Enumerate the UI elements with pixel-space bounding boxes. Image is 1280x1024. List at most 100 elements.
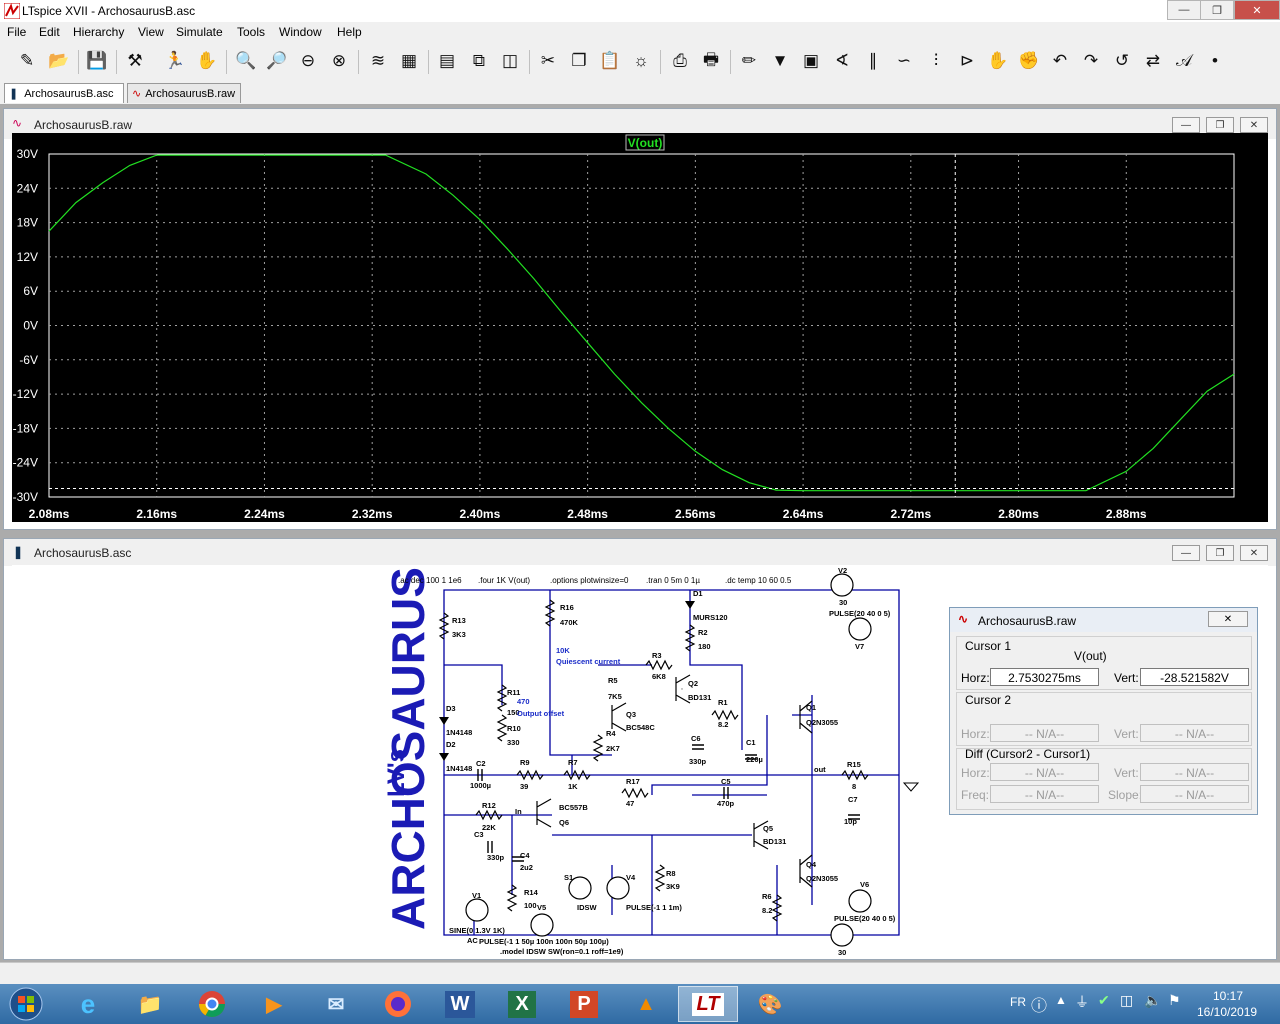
cursor2-vert-field[interactable]: -- N/A-- — [1140, 724, 1249, 742]
schematic-label[interactable]: Q2N3055 — [806, 874, 838, 883]
language-indicator[interactable]: FR — [1010, 995, 1026, 1009]
capacitor-icon[interactable]: ∥ — [860, 48, 886, 74]
schematic-label[interactable]: Q1 — [806, 703, 816, 712]
schematic-label[interactable]: D1 — [693, 589, 703, 598]
schematic-close-button[interactable]: ✕ — [1240, 545, 1268, 561]
ie-icon[interactable]: e — [58, 986, 118, 1022]
schematic-label[interactable]: 470 — [517, 697, 530, 706]
schematic-label[interactable]: 1N4148 — [446, 728, 472, 737]
schematic-label[interactable]: V1 — [472, 891, 481, 900]
zoom-out-icon[interactable]: ⊖ — [295, 48, 321, 74]
drag-icon[interactable]: ✊ — [1016, 48, 1042, 74]
paste-icon[interactable]: 📋 — [597, 48, 623, 74]
schematic-label[interactable]: 470K — [560, 618, 579, 627]
schematic-label[interactable]: Q6 — [559, 818, 569, 827]
schematic-label[interactable]: 330p — [689, 757, 707, 766]
schematic-label[interactable]: BC557B — [559, 803, 588, 812]
schematic-label[interactable]: BD131 — [763, 837, 786, 846]
redo-icon[interactable]: ↷ — [1078, 48, 1104, 74]
media-player-icon[interactable]: ▶ — [244, 986, 304, 1022]
schematic-label[interactable]: 30 — [839, 598, 847, 607]
schematic-label[interactable]: R4 — [606, 729, 616, 738]
copy-icon[interactable]: ❐ — [566, 48, 592, 74]
schematic-label[interactable]: 7K5 — [608, 692, 622, 701]
schematic-label[interactable]: 10p — [844, 817, 857, 826]
word-icon[interactable]: W — [430, 986, 490, 1022]
schematic-label[interactable]: 330p — [487, 853, 505, 862]
schematic-label[interactable]: R13 — [452, 616, 466, 625]
schematic-label[interactable]: MURS120 — [693, 613, 728, 622]
schematic-label[interactable]: V6 — [860, 880, 869, 889]
directive-options[interactable]: .options plotwinsize=0 — [550, 576, 629, 585]
schematic-label[interactable]: V4 — [626, 873, 636, 882]
find-icon[interactable]: ☼ — [628, 48, 654, 74]
ltspice-icon[interactable]: LT — [678, 986, 738, 1022]
menu-view[interactable]: View — [138, 25, 164, 39]
schematic-label[interactable]: C7 — [848, 795, 858, 804]
directive-tran[interactable]: .tran 0 5m 0 1µ — [646, 576, 700, 585]
usb-icon[interactable]: ⏚ — [1075, 992, 1089, 1012]
schematic-label[interactable]: C2 — [476, 759, 486, 768]
firefox-icon[interactable] — [368, 986, 428, 1022]
schematic-label[interactable]: R8 — [666, 869, 676, 878]
diff-freq-field[interactable]: -- N/A-- — [990, 785, 1099, 803]
schematic-minimize-button[interactable]: — — [1172, 545, 1200, 561]
explorer-icon[interactable]: 📁 — [120, 986, 180, 1022]
schematic-label[interactable]: Q5 — [763, 824, 773, 833]
schematic-label[interactable]: 3K9 — [666, 882, 680, 891]
schematic-label[interactable]: Quiescent current — [556, 657, 621, 666]
schematic-label[interactable]: Q3 — [626, 710, 636, 719]
cursor1-vert-field[interactable]: -28.521582V — [1140, 668, 1249, 686]
schematic-label[interactable]: Q2N3055 — [806, 718, 838, 727]
paint-icon[interactable]: 🎨 — [740, 986, 800, 1022]
autorange-icon[interactable]: ≋ — [365, 48, 391, 74]
menu-tools[interactable]: Tools — [237, 25, 265, 39]
schematic-label[interactable]: R17 — [626, 777, 640, 786]
schematic-label[interactable]: 180 — [698, 642, 711, 651]
schematic-label[interactable]: R1 — [718, 698, 728, 707]
cursor1-horz-field[interactable]: 2.7530275ms — [990, 668, 1099, 686]
schematic-label[interactable]: C4 — [520, 851, 530, 860]
schematic-label[interactable]: 1000µ — [470, 781, 491, 790]
text-icon[interactable]: 𝒜 — [1171, 48, 1197, 74]
schematic-label[interactable]: In — [515, 807, 522, 816]
zoom-fit-icon[interactable]: ⊗ — [326, 48, 352, 74]
schematic-label[interactable]: BD131 — [688, 693, 711, 702]
schematic-label[interactable]: 22K — [482, 823, 496, 832]
schematic-label[interactable]: 8 — [852, 782, 856, 791]
volume-icon[interactable]: 🔈 — [1144, 992, 1161, 1009]
trace-label[interactable]: V(out) — [628, 136, 663, 150]
tab-schematic[interactable]: ❚ ArchosaurusB.asc — [4, 83, 124, 103]
menu-edit[interactable]: Edit — [39, 25, 60, 39]
chrome-icon[interactable] — [182, 986, 242, 1022]
restore-button[interactable]: ❐ — [1200, 0, 1234, 20]
directive-dc[interactable]: .dc temp 10 60 0.5 — [725, 576, 792, 585]
tab-waveform[interactable]: ∿ ArchosaurusB.raw — [127, 83, 241, 103]
schematic-label[interactable]: D2 — [446, 740, 456, 749]
schematic-label[interactable]: 1N4148 — [446, 764, 472, 773]
diff-horz-field[interactable]: -- N/A-- — [990, 763, 1099, 781]
schematic-label[interactable]: R3 — [652, 651, 662, 660]
schematic-label[interactable]: Q4 — [806, 860, 817, 869]
minimize-button[interactable]: — — [1167, 0, 1201, 20]
open-icon[interactable]: 📂 — [46, 48, 72, 74]
schematic-label[interactable]: D3 — [446, 704, 456, 713]
directive-four[interactable]: .four 1K V(out) — [478, 576, 530, 585]
flag-icon[interactable]: ⚑ — [1168, 992, 1181, 1009]
schematic-label[interactable]: R6 — [762, 892, 772, 901]
menu-file[interactable]: File — [7, 25, 26, 39]
schematic-label[interactable]: R14 — [524, 888, 539, 897]
security-icon[interactable]: ✔ — [1098, 992, 1110, 1009]
clock-time[interactable]: 10:17 — [1213, 989, 1243, 1003]
schematic-label[interactable]: IDSW — [577, 903, 598, 912]
cursor2-horz-field[interactable]: -- N/A-- — [990, 724, 1099, 742]
schematic-label[interactable]: R15 — [847, 760, 861, 769]
network-icon[interactable]: ◫ — [1120, 992, 1133, 1009]
schematic-label[interactable]: R5 — [608, 676, 618, 685]
schematic-label[interactable]: V7 — [855, 642, 864, 651]
menu-window[interactable]: Window — [279, 25, 322, 39]
menu-hierarchy[interactable]: Hierarchy — [73, 25, 124, 39]
ruler-icon[interactable]: ▦ — [396, 48, 422, 74]
schematic-label[interactable]: AC — [467, 936, 478, 945]
schematic-label[interactable]: V5 — [537, 903, 546, 912]
